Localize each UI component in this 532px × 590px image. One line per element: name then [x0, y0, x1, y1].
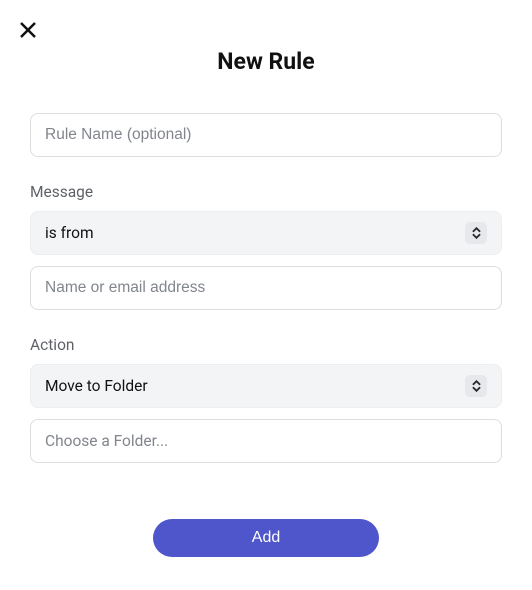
action-section-label: Action [30, 336, 502, 354]
folder-select-placeholder: Choose a Folder... [45, 432, 168, 450]
message-condition-value: is from [45, 224, 94, 242]
rule-form: Message is from Action Move to Folder Ch… [0, 83, 532, 557]
page-title: New Rule [0, 0, 532, 83]
message-section-label: Message [30, 183, 502, 201]
close-icon [19, 21, 37, 39]
rule-name-input[interactable] [30, 113, 502, 157]
close-button[interactable] [16, 18, 40, 42]
chevron-up-down-icon [465, 222, 487, 244]
folder-select[interactable]: Choose a Folder... [30, 419, 502, 463]
chevron-up-down-icon [465, 375, 487, 397]
from-input[interactable] [30, 266, 502, 310]
add-button[interactable]: Add [153, 519, 379, 557]
action-select-value: Move to Folder [45, 377, 148, 395]
action-select[interactable]: Move to Folder [30, 364, 502, 408]
message-condition-select[interactable]: is from [30, 211, 502, 255]
